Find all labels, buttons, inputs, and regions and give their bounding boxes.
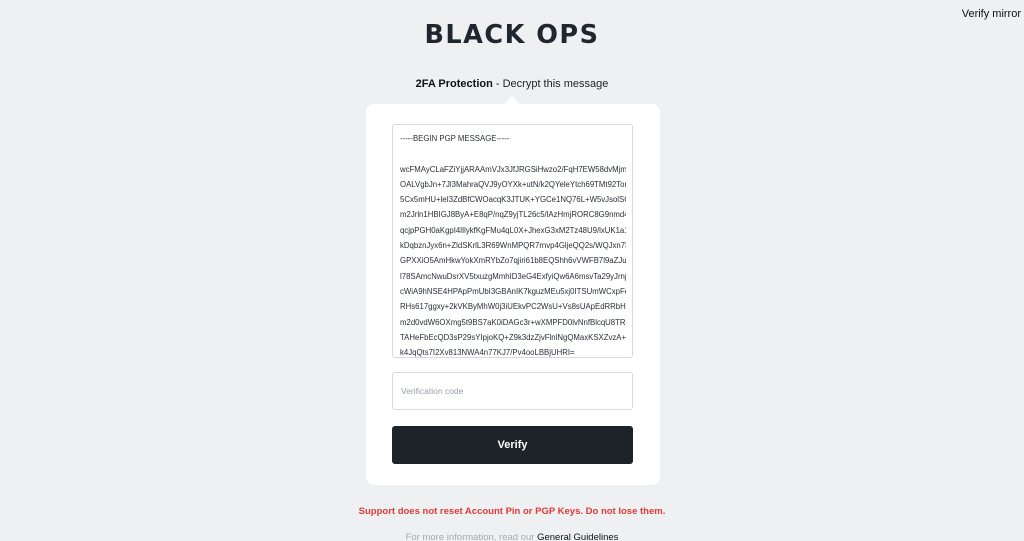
verification-code-input[interactable] — [392, 372, 633, 410]
pgp-line: k4JqQts7I2Xv813NWA4n77KJ7/Pv4ooLBBjUHRI= — [400, 348, 575, 358]
pgp-line: OALVgbJn+7Jl3MahraQVJ9yOYXk+utN/k2QYeleY… — [400, 179, 626, 189]
pgp-line: RHs617ggxy+2kVKByMhW0j3iUEkvPC2WsU+Vs8sU… — [400, 302, 626, 312]
footer-prefix: For more information, read our — [405, 532, 538, 541]
heading-rest: - Decrypt this message — [492, 78, 609, 90]
pgp-line — [400, 146, 626, 161]
pgp-line: l78SAmcNwuDsrXV5txuzgMmhID3eG4ExfyiQw6A6… — [400, 271, 626, 281]
pgp-line: cWiA9hNSE4HPApPmUbI3GBAnIK7kguzMEu5xj0IT… — [400, 286, 626, 296]
pgp-line: GPXXiO5AmHkwYokXmRYbZo7qjiri61b8EQShh6vV… — [400, 256, 626, 266]
pgp-line: m2Jrln1HBIGJ8ByA+E8qP/nqZ9yjTL26c5/lAzHm… — [400, 210, 626, 220]
pgp-line: kDqbznJyx6n+ZldSKrlL3R69WnMPQR7rnvp4Glje… — [400, 241, 626, 251]
pgp-line: -----BEGIN PGP MESSAGE----- — [400, 134, 510, 143]
verify-mirror-link[interactable]: Verify mirror — [962, 8, 1021, 20]
pgp-line: m2d0vdW6OXmg5t9BS7aK0iDAGc3r+wXMPFD0lvNn… — [400, 317, 626, 327]
pgp-message-box[interactable]: -----BEGIN PGP MESSAGE----- wcFMAyCLaFZiY… — [392, 124, 633, 358]
logo-text: BLACK OPS — [424, 22, 599, 46]
page-heading: 2FA Protection - Decrypt this message — [0, 78, 1024, 90]
pgp-line: qcjpPGH0aKgpI4lIlykfKgFMu4qL0X+JhexG3xM2… — [400, 225, 626, 235]
page: Verify mirror BLACK OPS 2FA Protection -… — [0, 0, 1024, 541]
logo-mark: BLACK OPS — [424, 22, 599, 46]
card-notch — [504, 96, 520, 104]
pgp-line: TAHeFbEcQD3sP29sYIpjoKQ+Z9k3dzZjvFlnlNgQ… — [400, 332, 626, 342]
support-warning: Support does not reset Account Pin or PG… — [358, 506, 666, 517]
heading-bold: 2FA Protection — [415, 78, 493, 90]
pgp-line: 5Cx5mHU+leI3ZdBfCWOacqK3JTUK+YGCe1NQ76L+… — [400, 195, 626, 205]
logo: BLACK OPS — [0, 22, 1024, 46]
footer-info: For more information, read our General G… — [0, 532, 1024, 541]
verify-button[interactable]: Verify — [392, 426, 633, 464]
general-guidelines-link[interactable]: General Guidelines — [537, 532, 618, 541]
pgp-line: wcFMAyCLaFZiYjjARAAmVJx3JfJRGSiHwzo2/FqH… — [400, 164, 626, 174]
